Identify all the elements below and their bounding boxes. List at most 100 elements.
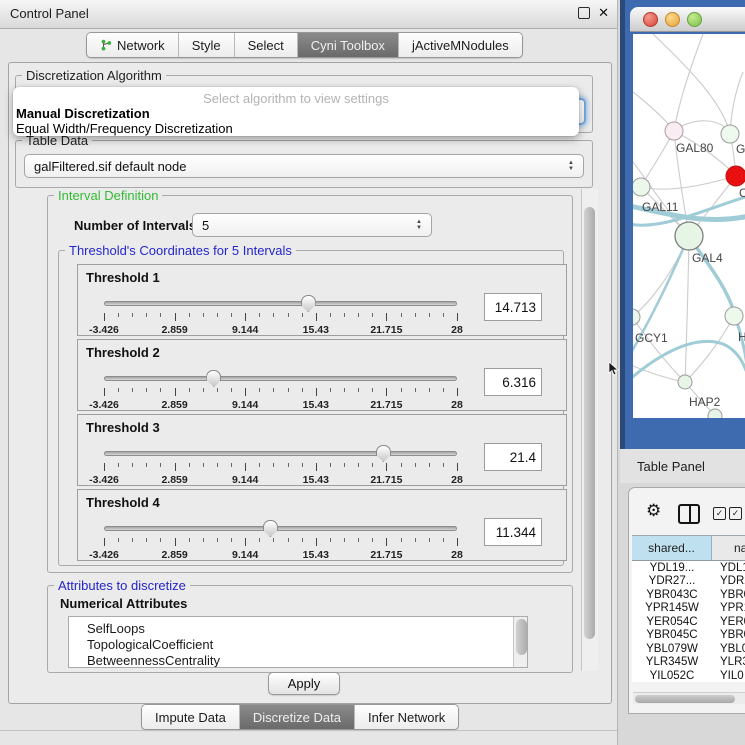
list-item[interactable]: BetweennessCentrality bbox=[69, 653, 527, 668]
tab-label: Select bbox=[248, 38, 284, 53]
cell[interactable]: YIL0 bbox=[712, 670, 745, 682]
number-of-intervals-combobox[interactable]: 5 ▲▼ bbox=[192, 213, 432, 237]
scrollbar-thumb[interactable] bbox=[635, 695, 735, 703]
tick-label: 9.144 bbox=[232, 399, 258, 411]
float-window-icon[interactable] bbox=[578, 7, 590, 19]
group-label: Attributes to discretize bbox=[54, 578, 190, 593]
settings-scrollbar[interactable] bbox=[581, 189, 598, 671]
table-row[interactable]: YPR145WYPR1 bbox=[632, 602, 745, 616]
cell[interactable]: YDR27... bbox=[632, 575, 712, 587]
attributes-group: Attributes to discretize Numerical Attri… bbox=[47, 585, 573, 673]
cell[interactable]: YDL1 bbox=[712, 562, 745, 574]
node-gal80[interactable] bbox=[665, 122, 683, 140]
tab-select[interactable]: Select bbox=[235, 33, 298, 57]
cell[interactable]: YER0 bbox=[712, 616, 745, 628]
tick-label: -3.426 bbox=[89, 324, 119, 336]
list-scrollbar[interactable] bbox=[513, 617, 527, 667]
split-table-icon[interactable] bbox=[678, 504, 700, 524]
network-canvas[interactable]: GAL80 G C GAL11 GAL4 GCY1 H HAP2 bbox=[633, 34, 745, 418]
table-data-combobox[interactable]: galFiltered.sif default node ▲▼ bbox=[24, 154, 584, 178]
threshold-value-field[interactable]: 14.713 bbox=[484, 293, 542, 321]
threshold-value-field[interactable]: 11.344 bbox=[484, 518, 542, 546]
table-row[interactable]: YER054CYER0 bbox=[632, 615, 745, 629]
screenshot-stage: Control Panel ✕ Network Style Select Cyn… bbox=[0, 0, 745, 745]
scrollbar-thumb[interactable] bbox=[516, 619, 527, 655]
threshold-1-panel: Threshold 1 -3.426 2.859 9.144 15.43 21.… bbox=[77, 264, 567, 336]
slider-thumb[interactable] bbox=[263, 520, 278, 537]
cell[interactable]: YER054C bbox=[632, 616, 712, 628]
gear-icon[interactable]: ⚙ bbox=[646, 501, 661, 521]
popup-item-manual-discretization[interactable]: Manual Discretization bbox=[16, 106, 150, 121]
network-window-titlebar[interactable] bbox=[630, 7, 745, 32]
tab-impute-data[interactable]: Impute Data bbox=[142, 705, 240, 729]
slider-thumb[interactable] bbox=[301, 295, 316, 312]
table-horizontal-scrollbar[interactable] bbox=[633, 692, 745, 704]
cell[interactable]: YBR0 bbox=[712, 589, 745, 601]
column-header-name[interactable]: na bbox=[712, 536, 745, 560]
slider-thumb[interactable] bbox=[376, 445, 391, 462]
tick-label: 2.859 bbox=[161, 474, 187, 486]
threshold-value-field[interactable]: 21.4 bbox=[484, 443, 542, 471]
slider-track[interactable] bbox=[104, 451, 457, 456]
cell[interactable]: YBR0 bbox=[712, 629, 745, 641]
table-row[interactable]: YBL079WYBL0 bbox=[632, 642, 745, 656]
table-row[interactable]: YBR045CYBR0 bbox=[632, 629, 745, 643]
cell[interactable]: YDR2 bbox=[712, 575, 745, 587]
table-rows: YDL19...YDL1 YDR27...YDR2 YBR043CYBR0 YP… bbox=[632, 561, 745, 682]
tab-discretize-data[interactable]: Discretize Data bbox=[240, 705, 355, 729]
tab-jactivemnodules[interactable]: jActiveMNodules bbox=[399, 33, 522, 57]
cell[interactable]: YLR345W bbox=[632, 656, 712, 668]
node-bottom-partial[interactable] bbox=[708, 409, 722, 418]
column-header-shared-name[interactable]: shared... bbox=[632, 536, 712, 560]
checkbox-icon[interactable]: ✓ bbox=[729, 507, 742, 520]
node-red-selected[interactable] bbox=[726, 166, 745, 186]
cell[interactable]: YPR1 bbox=[712, 602, 745, 614]
tab-network[interactable]: Network bbox=[87, 33, 179, 57]
zoom-traffic-light[interactable] bbox=[687, 12, 702, 27]
minimize-traffic-light[interactable] bbox=[665, 12, 680, 27]
node-gal4[interactable] bbox=[675, 222, 703, 250]
slider-track[interactable] bbox=[104, 301, 457, 306]
numerical-attributes-list[interactable]: SelfLoops TopologicalCoefficient Between… bbox=[68, 616, 528, 668]
table-row[interactable]: YBR043CYBR0 bbox=[632, 588, 745, 602]
slider-ticks bbox=[104, 388, 457, 397]
table-panel-titlebar: Table Panel bbox=[620, 449, 745, 483]
thresholds-group: Threshold's Coordinates for 5 Intervals … bbox=[58, 250, 564, 566]
table-row[interactable]: YLR345WYLR3 bbox=[632, 656, 745, 670]
close-icon[interactable]: ✕ bbox=[598, 7, 609, 19]
list-item[interactable]: TopologicalCoefficient bbox=[69, 637, 527, 653]
node-top-right[interactable] bbox=[721, 125, 739, 143]
tab-cyni-toolbox[interactable]: Cyni Toolbox bbox=[298, 33, 399, 57]
threshold-value-field[interactable]: 6.316 bbox=[484, 368, 542, 396]
tab-style[interactable]: Style bbox=[179, 33, 235, 57]
cell[interactable]: YBR045C bbox=[632, 629, 712, 641]
table-row[interactable]: YDR27...YDR2 bbox=[632, 575, 745, 589]
node-label: GAL4 bbox=[692, 251, 723, 265]
node-h[interactable] bbox=[725, 307, 743, 325]
cell[interactable]: YBL079W bbox=[632, 643, 712, 655]
list-item[interactable]: SelfLoops bbox=[69, 617, 527, 637]
cell[interactable]: YBL0 bbox=[712, 643, 745, 655]
close-traffic-light[interactable] bbox=[643, 12, 658, 27]
scrollbar-thumb[interactable] bbox=[584, 207, 595, 639]
cell[interactable]: YIL052C bbox=[632, 670, 712, 682]
slider-track[interactable] bbox=[104, 376, 457, 381]
cell[interactable]: YPR145W bbox=[632, 602, 712, 614]
network-nodes[interactable] bbox=[633, 122, 745, 418]
slider-track[interactable] bbox=[104, 526, 457, 531]
node-gal11[interactable] bbox=[633, 178, 650, 196]
node-hap2[interactable] bbox=[678, 375, 692, 389]
control-panel-titlebar[interactable]: Control Panel ✕ bbox=[0, 0, 617, 29]
cell[interactable]: YBR043C bbox=[632, 589, 712, 601]
apply-button[interactable]: Apply bbox=[268, 672, 340, 695]
popup-item-equal-width-frequency[interactable]: Equal Width/Frequency Discretization bbox=[16, 121, 233, 136]
cell[interactable]: YDL19... bbox=[632, 562, 712, 574]
checkbox-icon[interactable]: ✓ bbox=[713, 507, 726, 520]
slider-thumb[interactable] bbox=[206, 370, 221, 387]
cell[interactable]: YLR3 bbox=[712, 656, 745, 668]
table-row[interactable]: YIL052CYIL0 bbox=[632, 669, 745, 682]
table-row[interactable]: YDL19...YDL1 bbox=[632, 561, 745, 575]
node-label: G bbox=[736, 142, 745, 156]
tab-infer-network[interactable]: Infer Network bbox=[355, 705, 458, 729]
tick-label: -3.426 bbox=[89, 549, 119, 561]
